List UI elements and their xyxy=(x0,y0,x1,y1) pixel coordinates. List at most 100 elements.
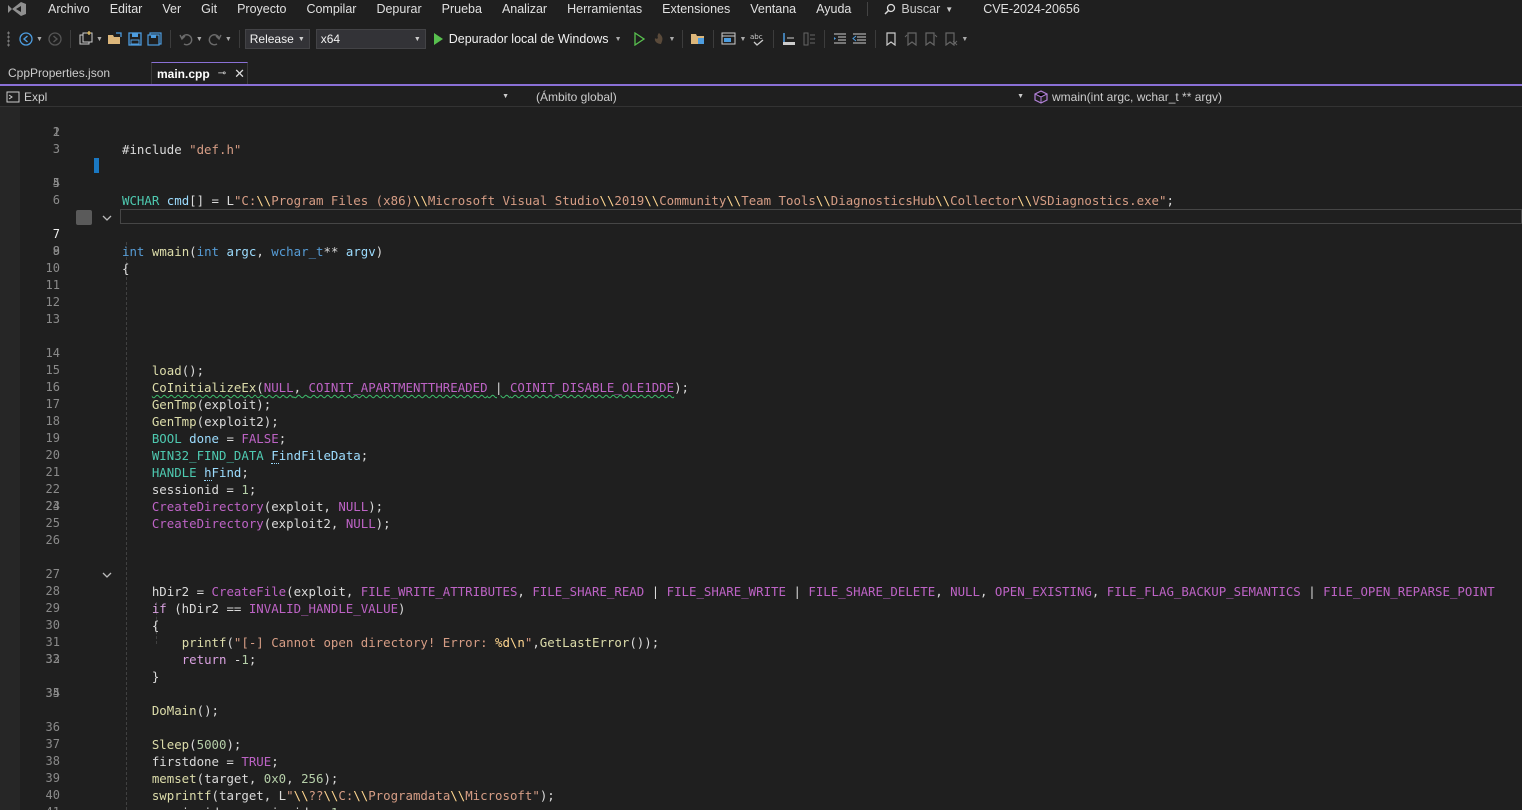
open-file-icon[interactable] xyxy=(106,30,124,48)
search-label: Buscar xyxy=(901,2,941,16)
toolbar-overflow-icon[interactable]: ▼ xyxy=(961,36,968,43)
code-line: 20 HANDLE hFind; xyxy=(0,430,1522,481)
code-line: 7 int wmain(int argc, wchar_t** argv) xyxy=(0,209,1522,259)
debugger-label: Depurador local de Windows xyxy=(448,32,609,46)
menu-git[interactable]: Git xyxy=(191,1,227,17)
solution-explorer-icon[interactable] xyxy=(689,30,707,48)
toolbar-separator xyxy=(875,30,877,48)
code-line: 2 xyxy=(0,124,1522,141)
menu-compilar[interactable]: Compilar xyxy=(296,1,366,17)
member-dropdown[interactable]: wmain(int argc, wchar_t ** argv) xyxy=(1032,87,1522,106)
chevron-down-icon[interactable]: ▼ xyxy=(96,36,103,43)
navigate-forward-icon[interactable] xyxy=(46,30,64,48)
window-layout-icon[interactable] xyxy=(720,30,738,48)
code-line: 30 printf("[-] Cannot open directory! Er… xyxy=(0,600,1522,650)
chevron-down-icon[interactable]: ▼ xyxy=(669,36,676,43)
code-line: 4 WCHAR cmd[] = L"C:\\Program Files (x86… xyxy=(0,158,1522,208)
line-number: 2 xyxy=(52,125,60,139)
bookmark-icon[interactable] xyxy=(882,30,900,48)
code-line: 16 GenTmp(exploit); xyxy=(0,362,1522,412)
line-number: 10 xyxy=(45,261,60,275)
menu-ayuda[interactable]: Ayuda xyxy=(806,1,861,17)
code-line: 6 xyxy=(0,192,1522,209)
tab-label: CppProperties.json xyxy=(8,66,111,80)
code-line: 33 xyxy=(0,651,1522,668)
code-line: 39 swprintf(target, L"\\??\\C:\\Programd… xyxy=(0,753,1522,803)
line-number: 5 xyxy=(52,176,60,190)
code-line: 10 xyxy=(0,260,1522,277)
tab-label: main.cpp xyxy=(157,66,210,81)
scope-label: (Ámbito global) xyxy=(536,89,617,104)
save-icon[interactable] xyxy=(126,30,144,48)
chevron-down-icon: ▼ xyxy=(1017,93,1024,100)
menu-editar[interactable]: Editar xyxy=(100,1,153,17)
project-icon xyxy=(6,91,20,102)
clear-bookmarks-icon[interactable] xyxy=(942,30,960,48)
project-dropdown[interactable]: Expl ▼ xyxy=(0,87,515,106)
chevron-down-icon[interactable]: ▼ xyxy=(225,36,232,43)
code-line: 13 xyxy=(0,311,1522,328)
start-without-debugging-icon[interactable] xyxy=(630,30,648,48)
save-all-icon[interactable] xyxy=(146,30,164,48)
close-icon[interactable]: ✕ xyxy=(234,66,245,82)
tab-main-cpp[interactable]: main.cpp ⊸ ✕ xyxy=(151,62,248,84)
menu-ver[interactable]: Ver xyxy=(152,1,191,17)
comment-icon[interactable] xyxy=(800,30,818,48)
chevron-down-icon[interactable]: ▼ xyxy=(36,36,43,43)
search-button[interactable]: Buscar ▼ xyxy=(874,2,963,16)
code-line: 3 xyxy=(0,141,1522,158)
configuration-select[interactable]: Release ▼ xyxy=(244,29,310,49)
toolbar-separator xyxy=(682,30,684,48)
undo-icon[interactable] xyxy=(177,30,195,48)
code-line: 40 sessionid = sessionid + 1; xyxy=(0,770,1522,810)
toolbar-grip[interactable] xyxy=(7,31,10,47)
code-line: 34 DoMain(); xyxy=(0,668,1522,718)
chevron-down-icon: ▼ xyxy=(502,93,509,100)
hot-reload-icon[interactable] xyxy=(650,30,668,48)
code-line: 37 firstdone = TRUE; xyxy=(0,719,1522,769)
code-line: 17 GenTmp(exploit2); xyxy=(0,379,1522,429)
menu-extensiones[interactable]: Extensiones xyxy=(652,1,740,17)
chevron-down-icon[interactable]: ▼ xyxy=(739,36,746,43)
code-editor[interactable]: 1 #include "def.h" 2 3 4 WCHAR cmd[] = L… xyxy=(0,107,1522,810)
chevron-down-icon[interactable]: ▼ xyxy=(196,36,203,43)
visual-studio-logo-icon[interactable] xyxy=(6,1,28,17)
chevron-down-icon: ▼ xyxy=(945,4,954,14)
navigate-back-icon[interactable] xyxy=(17,30,35,48)
spell-check-icon[interactable]: abc xyxy=(749,30,767,48)
start-debugging-button[interactable]: Depurador local de Windows ▼ xyxy=(433,32,624,46)
pin-icon[interactable]: ⊸ xyxy=(218,68,226,79)
menu-ventana[interactable]: Ventana xyxy=(740,1,806,17)
new-project-icon[interactable] xyxy=(77,30,95,48)
code-line: 25 xyxy=(0,515,1522,532)
next-bookmark-icon[interactable] xyxy=(922,30,940,48)
step-into-icon[interactable] xyxy=(780,30,798,48)
code-line: 36 Sleep(5000); xyxy=(0,702,1522,752)
outdent-icon[interactable] xyxy=(851,30,869,48)
scope-dropdown[interactable]: (Ámbito global) ▼ xyxy=(530,87,1030,106)
menu-proyecto[interactable]: Proyecto xyxy=(227,1,296,17)
indent-icon[interactable] xyxy=(831,30,849,48)
code-line: 8 { xyxy=(0,226,1522,276)
svg-text:abc: abc xyxy=(750,33,763,41)
menu-analizar[interactable]: Analizar xyxy=(492,1,557,17)
method-icon xyxy=(1034,89,1048,104)
previous-bookmark-icon[interactable] xyxy=(902,30,920,48)
code-line: 1 #include "def.h" xyxy=(0,107,1522,157)
menu-depurar[interactable]: Depurar xyxy=(366,1,431,17)
code-line: 38 memset(target, 0x0, 256); xyxy=(0,736,1522,786)
redo-icon[interactable] xyxy=(206,30,224,48)
navigation-bar: Expl ▼ (Ámbito global) ▼ wmain(int argc,… xyxy=(0,87,1522,107)
code-line: 27 hDir2 = CreateFile(exploit, FILE_WRIT… xyxy=(0,549,1522,599)
menu-herramientas[interactable]: Herramientas xyxy=(557,1,652,17)
solution-name[interactable]: CVE-2024-20656 xyxy=(963,2,1100,16)
menu-prueba[interactable]: Prueba xyxy=(432,1,492,17)
platform-select[interactable]: x64 ▼ xyxy=(315,29,426,49)
play-icon xyxy=(433,33,443,45)
toolbar-separator xyxy=(773,30,775,48)
code-line: 28 if (hDir2 == INVALID_HANDLE_VALUE) xyxy=(0,566,1522,616)
menu-archivo[interactable]: Archivo xyxy=(38,1,100,17)
tab-cppproperties-json[interactable]: CppProperties.json xyxy=(0,62,150,84)
chevron-down-icon: ▼ xyxy=(413,35,421,43)
toolbar-separator xyxy=(69,30,71,48)
